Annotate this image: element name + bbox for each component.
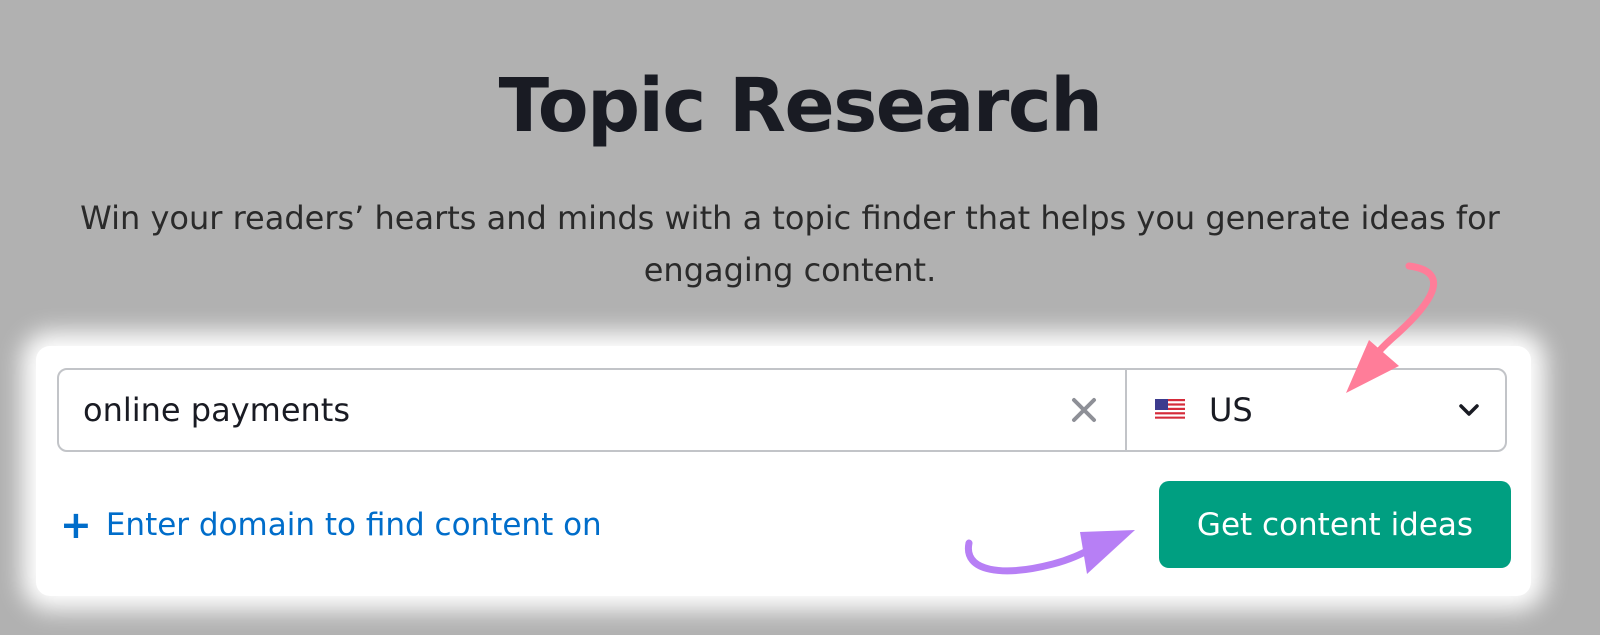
chevron-down-icon [1459,404,1479,416]
topic-search-input[interactable] [59,370,1125,450]
us-flag-icon [1155,399,1185,421]
country-select[interactable]: US [1127,370,1505,450]
page-subtitle: Win your readers’ hearts and minds with … [80,199,1500,289]
get-content-ideas-button[interactable]: Get content ideas [1159,481,1511,568]
clear-search-button[interactable] [1062,388,1106,432]
close-icon [1072,398,1096,422]
search-bar: US [57,368,1507,452]
add-domain-label: Enter domain to find content on [105,507,602,543]
page-title: Topic Research [498,63,1103,149]
plus-icon: + [60,503,92,547]
add-domain-link[interactable]: + Enter domain to find content on [60,500,602,550]
country-select-label: US [1209,391,1253,429]
